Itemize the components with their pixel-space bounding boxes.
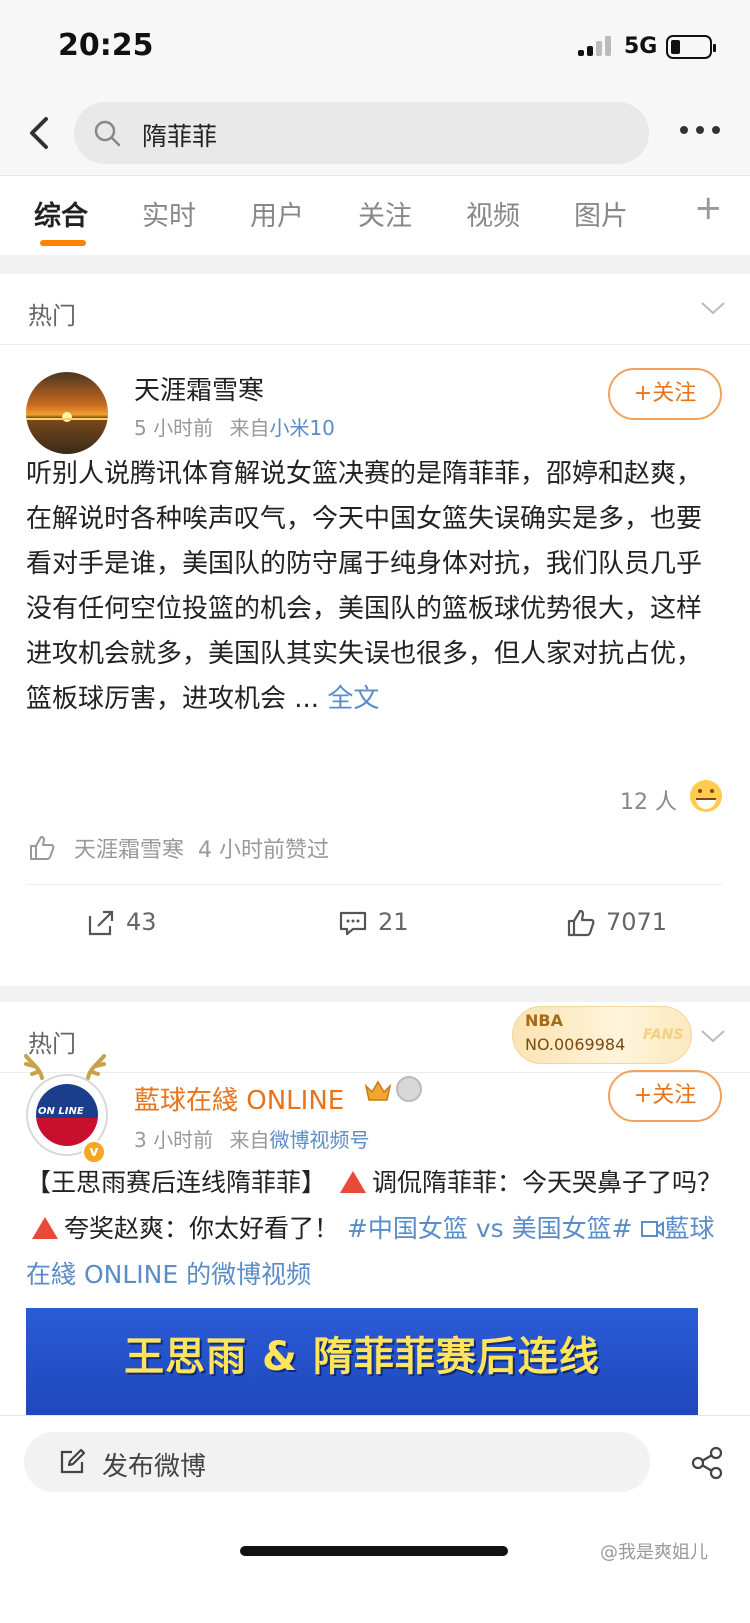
compose-placeholder: 发布微博 bbox=[102, 1452, 207, 1482]
post-text: 【王思雨赛后连线隋菲菲】 调侃隋菲菲：今天哭鼻子了吗？ 夸奖赵爽：你太好看了！ … bbox=[26, 1160, 726, 1298]
nba-badge-fans: FANS bbox=[643, 1027, 684, 1043]
tab-following[interactable]: 关注 bbox=[358, 194, 412, 233]
chevron-down-icon[interactable] bbox=[700, 1028, 726, 1044]
sunset-horizon bbox=[26, 418, 108, 420]
comment-count: 21 bbox=[378, 908, 409, 936]
divider bbox=[0, 344, 750, 345]
post-body: 听别人说腾讯体育解说女篮决赛的是隋菲菲，邵婷和赵爽，在解说时各种唉声叹气，今天中… bbox=[26, 459, 703, 714]
liked-time: 4 小时前赞过 bbox=[198, 838, 330, 863]
antler-icon bbox=[24, 1054, 44, 1080]
repost-icon bbox=[88, 910, 114, 936]
share-icon[interactable] bbox=[690, 1446, 724, 1480]
divider bbox=[28, 884, 722, 885]
add-tab-button[interactable]: + bbox=[694, 188, 723, 228]
back-icon[interactable] bbox=[18, 109, 66, 157]
medal-icon bbox=[396, 1076, 422, 1102]
post-card: 热门 天涯霜雪寒 5 小时前 来自小米10 +关注 听别人说腾讯体育解说女篮决赛… bbox=[0, 274, 750, 986]
chevron-down-icon[interactable] bbox=[700, 300, 726, 316]
post-text: 听别人说腾讯体育解说女篮决赛的是隋菲菲，邵婷和赵爽，在解说时各种唉声叹气，今天中… bbox=[26, 452, 726, 722]
antler-icon bbox=[86, 1054, 106, 1080]
status-bar: 20:25 5G bbox=[0, 0, 750, 95]
tab-bar: 综合 实时 用户 关注 视频 图片 + bbox=[0, 175, 750, 255]
tab-realtime[interactable]: 实时 bbox=[142, 194, 196, 233]
tab-images[interactable]: 图片 bbox=[574, 194, 628, 233]
post-time: 3 小时前 bbox=[134, 1128, 214, 1152]
post-meta: 3 小时前 来自微博视频号 bbox=[134, 1124, 369, 1153]
avatar-logo-text: ON LINE bbox=[38, 1106, 84, 1117]
repost-count: 43 bbox=[126, 908, 157, 936]
nba-fans-badge[interactable]: NBA NO.0069984 FANS bbox=[512, 1006, 692, 1064]
comment-icon bbox=[339, 911, 367, 936]
signal-icon bbox=[578, 36, 611, 56]
section-label: 热门 bbox=[28, 302, 76, 330]
post-time: 5 小时前 bbox=[134, 416, 214, 440]
home-indicator[interactable] bbox=[240, 1546, 508, 1556]
crown-icon bbox=[364, 1080, 392, 1101]
post-card: 热门 NBA NO.0069984 FANS ON LINE v 藍球在綫 ON… bbox=[0, 1002, 750, 1472]
post-body-part2: 调侃隋菲菲：今天哭鼻子了吗？ bbox=[371, 1168, 722, 1197]
post-meta: 5 小时前 来自小米10 bbox=[134, 412, 335, 441]
video-banner-title: 王思雨 & 隋菲菲赛后连线 bbox=[124, 1334, 600, 1380]
smile-emoji-icon bbox=[690, 780, 722, 812]
source-prefix: 来自 bbox=[229, 1128, 270, 1152]
compose-bar: 发布微博 @我是爽姐儿 bbox=[0, 1415, 750, 1623]
like-count: 7071 bbox=[606, 908, 668, 936]
post-body-part3: 夸奖赵爽：你太好看了！ bbox=[64, 1214, 340, 1243]
search-icon bbox=[94, 120, 121, 147]
author-name[interactable]: 天涯霜雪寒 bbox=[134, 370, 264, 407]
author-name[interactable]: 藍球在綫 ONLINE bbox=[134, 1080, 344, 1117]
tab-comprehensive[interactable]: 综合 bbox=[34, 194, 88, 233]
follow-button[interactable]: +关注 bbox=[608, 1070, 722, 1122]
more-icon[interactable] bbox=[676, 115, 724, 145]
search-input[interactable]: 隋菲菲 bbox=[74, 102, 649, 164]
battery-icon bbox=[666, 35, 716, 59]
like-icon bbox=[567, 909, 595, 937]
video-icon bbox=[640, 1221, 664, 1237]
warning-icon bbox=[32, 1217, 58, 1239]
search-query: 隋菲菲 bbox=[142, 122, 218, 151]
watermark: @我是爽姐儿 bbox=[600, 1542, 708, 1563]
sunset-sun bbox=[62, 412, 72, 422]
liked-by-user[interactable]: 天涯霜雪寒 bbox=[74, 838, 184, 863]
liked-info: 天涯霜雪寒 4 小时前赞过 bbox=[74, 832, 329, 864]
edit-icon bbox=[60, 1448, 86, 1474]
nba-badge-number: NO.0069984 bbox=[525, 1035, 626, 1054]
hashtag-link[interactable]: #中国女篮 vs 美国女篮# bbox=[347, 1214, 633, 1243]
full-text-link[interactable]: 全文 bbox=[327, 684, 379, 714]
tab-videos[interactable]: 视频 bbox=[466, 194, 520, 233]
status-time: 20:25 bbox=[58, 28, 154, 63]
avatar[interactable] bbox=[26, 372, 108, 454]
warning-icon bbox=[339, 1171, 366, 1193]
reaction-count[interactable]: 12 人 bbox=[620, 784, 677, 816]
thumbs-up-icon bbox=[30, 836, 55, 860]
search-header: 隋菲菲 bbox=[0, 95, 750, 175]
post-body-part1: 【王思雨赛后连线隋菲菲】 bbox=[26, 1168, 327, 1197]
post-source[interactable]: 微博视频号 bbox=[269, 1128, 369, 1152]
post-source[interactable]: 小米10 bbox=[269, 416, 334, 440]
network-label: 5G bbox=[624, 34, 658, 59]
follow-button[interactable]: +关注 bbox=[608, 368, 722, 420]
compose-input[interactable]: 发布微博 bbox=[24, 1432, 650, 1492]
nba-badge-title: NBA bbox=[525, 1011, 563, 1030]
source-prefix: 来自 bbox=[229, 416, 270, 440]
tab-users[interactable]: 用户 bbox=[250, 194, 304, 233]
active-tab-indicator bbox=[40, 240, 86, 246]
